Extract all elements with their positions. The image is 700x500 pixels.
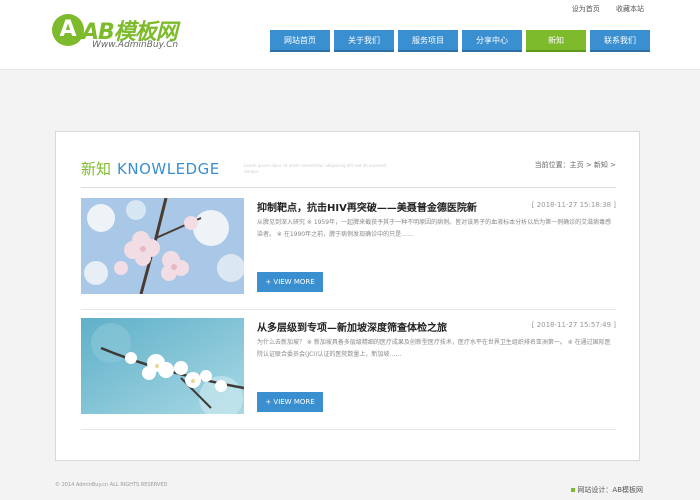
logo-mark: A xyxy=(52,14,84,46)
article-summary: 为什么去新加坡？ ※ 新加坡具备多层级精细的医疗成果及创新型医疗技术，医疗水平在… xyxy=(257,339,611,358)
section-description: Lorem ipsum dolor sit amet consectetur a… xyxy=(244,163,387,174)
article-title[interactable]: 从多层级到专项—新加坡深度筛查体检之旅 xyxy=(257,319,447,334)
section-header: 新知 KNOWLEDGE Lorem ipsum dolor sit amet c… xyxy=(81,158,616,188)
view-more-button[interactable]: + VIEW MORE xyxy=(257,272,323,292)
section-title-cn: 新知 xyxy=(81,160,112,178)
section-title: 新知 KNOWLEDGE xyxy=(81,158,220,179)
nav-item-services[interactable]: 服务项目 xyxy=(398,30,458,52)
article-date: [ 2018-11-27 15:57:49 ] xyxy=(531,321,616,329)
article-summary: 从脾见到深入研究 ※ 1959年，一起脾来截获予其于一种不明原因的病例。皆对该男… xyxy=(257,219,612,238)
nav-item-home[interactable]: 网站首页 xyxy=(270,30,330,52)
section-title-en: KNOWLEDGE xyxy=(117,160,220,178)
breadcrumb[interactable]: 当前位置：主页 > 新知 > xyxy=(535,160,616,170)
nav-item-share[interactable]: 分享中心 xyxy=(462,30,522,52)
site-footer: © 2014 AdminBuy.cn ALL RIGHTS RESERVED 网… xyxy=(0,475,700,500)
copyright-text: © 2014 AdminBuy.cn ALL RIGHTS RESERVED xyxy=(55,482,168,488)
site-header: A AB模板网 Www.AdminBuy.Cn 设为首页 收藏本站 网站首页 关… xyxy=(0,0,700,70)
article-item: 抑制靶点，抗击HIV再突破——美聂普金德医院新 [ 2018-11-27 15:… xyxy=(81,192,616,310)
article-item: 从多层级到专项—新加坡深度筛查体检之旅 [ 2018-11-27 15:57:4… xyxy=(81,312,616,430)
set-homepage-link[interactable]: 设为首页 xyxy=(572,5,600,13)
article-date: [ 2018-11-27 15:18:38 ] xyxy=(531,201,616,209)
cherry-blossom-image xyxy=(81,198,244,294)
article-thumbnail[interactable] xyxy=(81,318,244,414)
bookmark-link[interactable]: 收藏本站 xyxy=(616,5,644,13)
view-more-button[interactable]: + VIEW MORE xyxy=(257,392,323,412)
nav-item-contact[interactable]: 联系我们 xyxy=(590,30,650,52)
nav-item-knowledge[interactable]: 新知 xyxy=(526,30,586,52)
design-credit[interactable]: 网站设计：AB模板网 xyxy=(571,485,643,495)
article-thumbnail[interactable] xyxy=(81,198,244,294)
site-logo[interactable]: A AB模板网 Www.AdminBuy.Cn xyxy=(52,14,182,54)
main-nav: 网站首页 关于我们 服务项目 分享中心 新知 联系我们 xyxy=(270,30,650,52)
article-title[interactable]: 抑制靶点，抗击HIV再突破——美聂普金德医院新 xyxy=(257,199,477,214)
white-blossom-image xyxy=(81,318,244,414)
nav-item-about[interactable]: 关于我们 xyxy=(334,30,394,52)
content-panel: 新知 KNOWLEDGE Lorem ipsum dolor sit amet c… xyxy=(55,131,640,461)
credit-bullet-icon xyxy=(571,488,576,492)
credit-text: 网站设计：AB模板网 xyxy=(577,486,643,494)
logo-url: Www.AdminBuy.Cn xyxy=(92,40,179,50)
top-links: 设为首页 收藏本站 xyxy=(558,4,644,14)
